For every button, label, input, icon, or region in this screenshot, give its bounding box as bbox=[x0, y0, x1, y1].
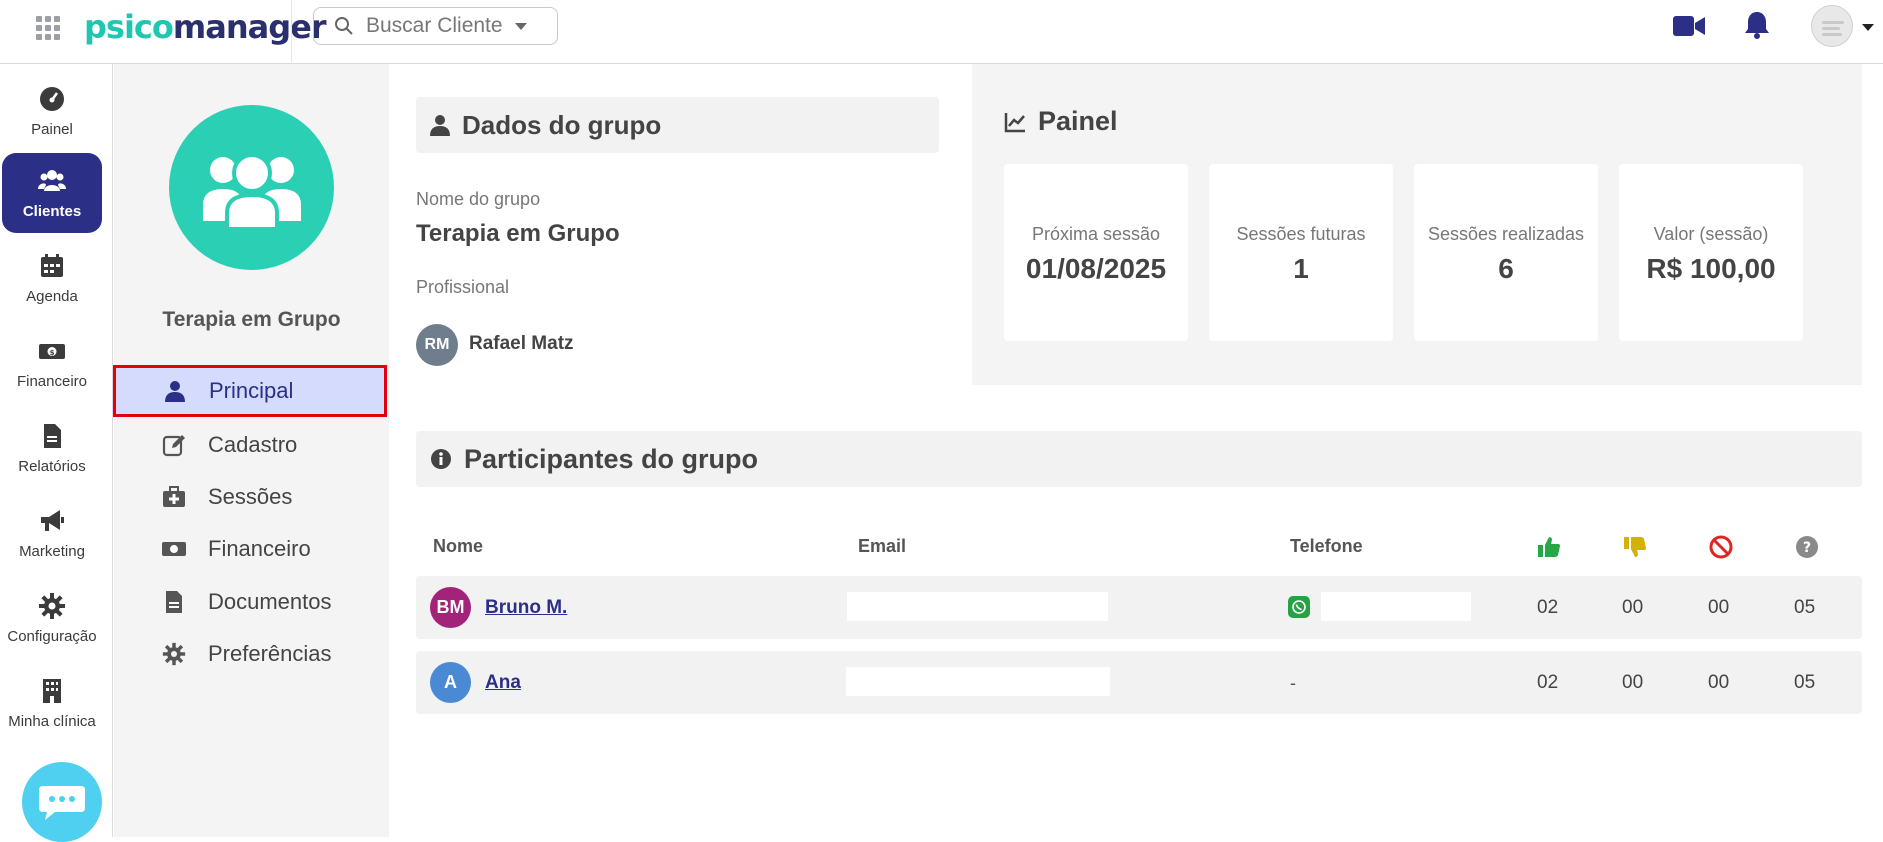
topbar-divider bbox=[291, 0, 292, 64]
group-avatar bbox=[169, 105, 334, 270]
thumbs-down-icon bbox=[1624, 537, 1646, 557]
stat-card-sessoes-futuras: Sessões futuras 1 bbox=[1209, 164, 1393, 341]
count-unknown: 05 bbox=[1794, 672, 1816, 693]
table-row: BM Bruno M. 02 00 00 05 bbox=[416, 576, 1862, 639]
sidebar-item-clientes[interactable]: Clientes bbox=[2, 153, 102, 233]
document-icon bbox=[44, 423, 61, 448]
group-users-icon bbox=[202, 152, 301, 231]
chevron-down-icon bbox=[514, 22, 527, 30]
apps-grid-icon[interactable] bbox=[36, 16, 60, 40]
professional-name: Rafael Matz bbox=[469, 333, 574, 354]
dados-section-header: Dados do grupo bbox=[416, 97, 939, 153]
panel-title: Painel bbox=[1004, 106, 1118, 137]
stat-card-valor-sessao: Valor (sessão) R$ 100,00 bbox=[1619, 164, 1803, 341]
professional-avatar: RM bbox=[416, 324, 458, 366]
chat-icon bbox=[39, 786, 85, 820]
megaphone-icon bbox=[41, 509, 64, 531]
stat-card-sessoes-realizadas: Sessões realizadas 6 bbox=[1414, 164, 1598, 341]
participants-section-header: Participantes do grupo bbox=[416, 431, 1862, 487]
bell-icon[interactable] bbox=[1743, 10, 1771, 40]
info-icon bbox=[431, 449, 451, 469]
chevron-down-icon[interactable] bbox=[1862, 24, 1874, 31]
panel-section: Painel Próxima sessão 01/08/2025 Sessões… bbox=[972, 64, 1862, 385]
app-logo[interactable]: psicomanager bbox=[84, 8, 327, 46]
sidebar-item-painel[interactable]: Painel bbox=[2, 71, 102, 151]
group-menu-sessoes[interactable]: Sessões bbox=[114, 471, 389, 523]
gauge-icon bbox=[40, 86, 64, 111]
svg-text:$: $ bbox=[50, 349, 55, 357]
participant-phone-redacted bbox=[1321, 592, 1471, 621]
count-positive: 02 bbox=[1537, 672, 1559, 693]
group-menu-preferencias[interactable]: Preferências bbox=[114, 628, 389, 680]
main-sidebar: Painel Clientes Agenda $ Financeiro Rela… bbox=[0, 64, 113, 842]
participant-email-redacted bbox=[846, 667, 1110, 696]
participant-avatar: BM bbox=[430, 587, 471, 628]
participant-name-link[interactable]: Bruno M. bbox=[485, 597, 567, 619]
group-name-value: Terapia em Grupo bbox=[416, 220, 620, 247]
participant-name-link[interactable]: Ana bbox=[485, 672, 521, 694]
count-cancelled: 00 bbox=[1708, 672, 1730, 693]
user-icon bbox=[430, 115, 450, 136]
ban-icon bbox=[1709, 535, 1733, 559]
sidebar-item-configuracao[interactable]: Configuração bbox=[2, 578, 102, 658]
user-avatar[interactable] bbox=[1811, 5, 1853, 47]
top-bar: psicomanager Buscar Cliente bbox=[0, 0, 1883, 64]
sidebar-item-minha-clinica[interactable]: Minha clínica bbox=[2, 663, 102, 743]
sidebar-item-relatorios[interactable]: Relatórios bbox=[2, 408, 102, 488]
count-unknown: 05 bbox=[1794, 597, 1816, 618]
search-icon bbox=[335, 17, 353, 35]
user-icon bbox=[165, 381, 185, 402]
edit-icon bbox=[162, 435, 185, 457]
gear-icon bbox=[162, 642, 186, 666]
group-name-label: Nome do grupo bbox=[416, 189, 541, 209]
professional-label: Profissional bbox=[416, 277, 510, 297]
count-cancelled: 00 bbox=[1708, 597, 1730, 618]
table-row: A Ana - 02 00 00 05 bbox=[416, 651, 1862, 714]
search-client-dropdown[interactable]: Buscar Cliente bbox=[313, 7, 558, 45]
group-menu-principal[interactable]: Principal bbox=[113, 365, 387, 417]
money-icon bbox=[162, 542, 186, 556]
participant-phone-empty: - bbox=[1290, 673, 1296, 693]
group-sidebar: Terapia em Grupo Principal Cadastro Sess… bbox=[113, 64, 389, 837]
sidebar-item-financeiro[interactable]: $ Financeiro bbox=[2, 323, 102, 403]
chart-line-icon bbox=[1004, 112, 1025, 132]
column-header-telefone: Telefone bbox=[1290, 536, 1363, 556]
question-icon: ? bbox=[1796, 536, 1818, 558]
count-negative: 00 bbox=[1622, 672, 1644, 693]
stat-card-proxima-sessao: Próxima sessão 01/08/2025 bbox=[1004, 164, 1188, 341]
group-menu-financeiro[interactable]: Financeiro bbox=[114, 523, 389, 575]
gear-icon bbox=[39, 592, 65, 619]
chat-support-button[interactable] bbox=[22, 762, 102, 842]
file-icon bbox=[166, 591, 182, 613]
svg-text:?: ? bbox=[1803, 540, 1811, 556]
sidebar-item-marketing[interactable]: Marketing bbox=[2, 493, 102, 573]
sidebar-item-agenda[interactable]: Agenda bbox=[2, 238, 102, 318]
money-icon: $ bbox=[39, 343, 65, 359]
count-positive: 02 bbox=[1537, 597, 1559, 618]
building-icon bbox=[43, 678, 61, 703]
whatsapp-icon[interactable] bbox=[1288, 596, 1310, 618]
participant-avatar: A bbox=[430, 662, 471, 703]
calendar-icon bbox=[41, 253, 63, 277]
video-camera-icon[interactable] bbox=[1673, 14, 1705, 38]
search-placeholder: Buscar Cliente bbox=[366, 14, 503, 37]
thumbs-up-icon bbox=[1538, 537, 1560, 557]
column-header-email: Email bbox=[858, 536, 907, 556]
group-menu-documentos[interactable]: Documentos bbox=[114, 576, 389, 628]
group-name: Terapia em Grupo bbox=[162, 308, 341, 331]
column-header-nome: Nome bbox=[433, 536, 484, 556]
count-negative: 00 bbox=[1622, 597, 1644, 618]
medkit-icon bbox=[163, 486, 185, 507]
group-menu-cadastro[interactable]: Cadastro bbox=[114, 419, 389, 471]
users-icon bbox=[38, 169, 66, 191]
participant-email-redacted bbox=[847, 592, 1108, 621]
